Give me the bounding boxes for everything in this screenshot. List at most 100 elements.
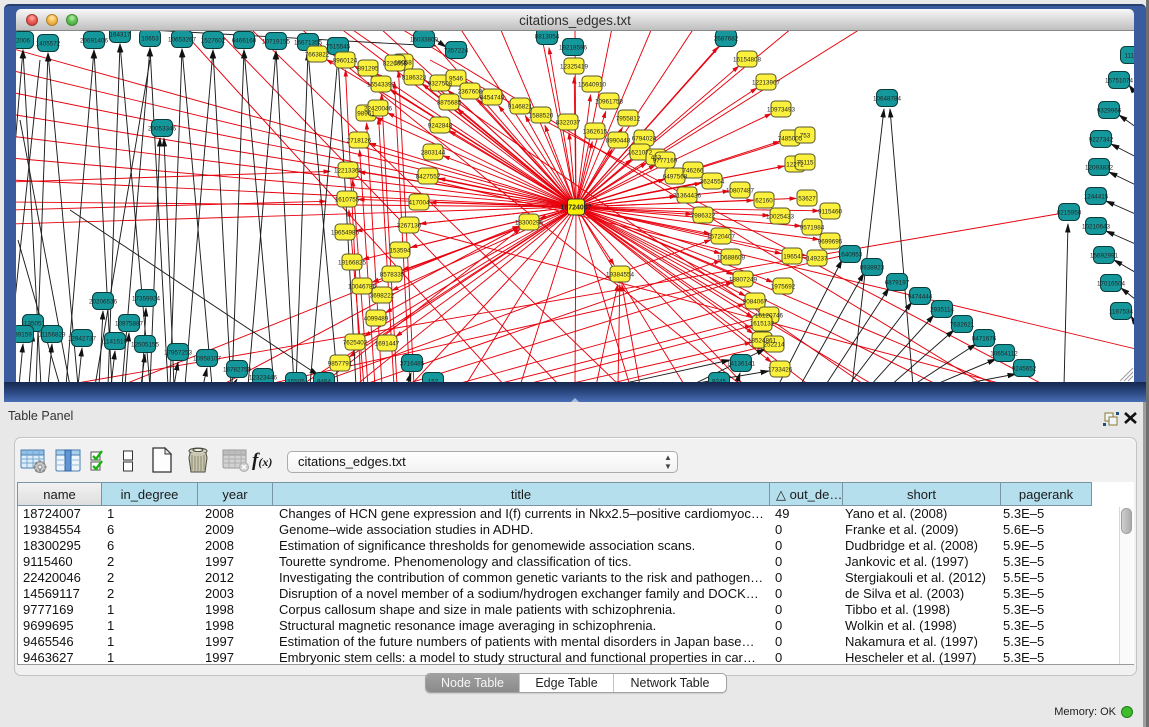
svg-text:8813054: 8813054 [535,34,560,41]
svg-text:1691447: 1691447 [375,341,400,348]
svg-text:2718126: 2718126 [347,138,372,145]
svg-text:9546: 9546 [449,76,464,83]
svg-text:3624554: 3624554 [700,179,725,186]
svg-text:7625402: 7625402 [343,340,368,347]
svg-text:12093832: 12093832 [1085,165,1114,172]
svg-text:753: 753 [800,133,811,140]
svg-text:10654112: 10654112 [990,351,1018,358]
svg-text:8186323: 8186323 [402,75,427,82]
svg-text:9084067: 9084067 [743,299,768,306]
svg-text:891295: 891295 [357,66,379,73]
svg-text:15692991: 15692991 [1090,253,1119,260]
svg-text:2006: 2006 [16,38,30,45]
svg-text:9777169: 9777169 [653,158,678,165]
svg-text:21364436: 21364436 [673,193,702,200]
svg-text:10958107: 10958107 [193,356,222,363]
svg-text:20691406: 20691406 [80,38,109,45]
svg-text:11156829: 11156829 [38,332,66,339]
svg-text:19218596: 19218596 [559,45,588,52]
svg-text:17359924: 17359924 [132,296,161,303]
svg-text:15640910: 15640910 [578,82,607,89]
svg-text:1362615: 1362615 [583,129,608,136]
svg-text:9329966: 9329966 [1097,108,1122,115]
svg-text:6466160: 6466160 [232,38,257,45]
svg-text:19166825: 19166825 [338,260,367,267]
svg-text:7632621: 7632621 [950,322,975,329]
svg-text:19654: 19654 [783,254,801,261]
svg-text:18300295: 18300295 [515,220,544,227]
svg-text:53627: 53627 [798,196,816,203]
svg-text:10653267: 10653267 [168,37,197,44]
svg-text:10961758: 10961758 [595,99,624,106]
svg-text:8322037: 8322037 [556,120,581,127]
svg-text:18724007: 18724007 [560,205,591,212]
svg-text:20053346: 20053346 [148,126,177,133]
svg-text:10688609: 10688609 [717,255,746,262]
svg-text:20206536: 20206536 [89,299,118,306]
svg-text:3267130: 3267130 [397,223,422,230]
svg-text:9245652: 9245652 [1012,366,1037,373]
svg-text:16671355: 16671355 [294,40,323,47]
svg-text:39159: 39159 [16,332,32,339]
svg-text:8578335: 8578335 [380,272,405,279]
svg-text:1527602: 1527602 [201,38,226,45]
svg-text:8454749: 8454749 [480,95,505,102]
svg-text:6794024: 6794024 [632,136,657,143]
svg-text:8427552: 8427552 [416,174,441,181]
svg-text:4099489: 4099489 [364,316,389,323]
svg-text:10210643: 10210643 [1082,224,1111,231]
svg-text:8215958: 8215958 [1057,210,1082,217]
svg-text:10719155: 10719155 [262,39,291,46]
svg-text:12323446: 12323446 [249,375,278,382]
svg-text:17957253: 17957253 [164,350,193,357]
svg-text:152: 152 [428,379,439,383]
svg-text:16033809: 16033809 [410,37,439,44]
svg-text:3698222: 3698222 [370,293,395,300]
svg-text:2935114: 2935114 [930,307,955,314]
svg-text:14136141: 14136141 [727,361,756,368]
svg-text:9242848: 9242848 [428,123,453,130]
svg-text:149237: 149237 [806,256,828,263]
svg-text:75115: 75115 [796,160,814,167]
svg-text:746266: 746266 [682,168,704,175]
svg-text:417004: 417004 [408,200,430,207]
svg-text:1405572: 1405572 [36,41,61,48]
svg-text:10046786: 10046786 [348,284,377,291]
svg-text:1615132: 1615132 [750,321,775,328]
svg-text:9857791: 9857791 [328,361,353,368]
svg-text:9699695: 9699695 [818,239,843,246]
svg-text:1610755: 1610755 [335,197,360,204]
svg-text:6879197: 6879197 [885,280,910,287]
svg-text:8938923: 8938923 [860,265,885,272]
svg-text:1244415: 1244415 [1084,194,1109,201]
svg-text:7357224: 7357224 [444,48,469,55]
svg-text:9464: 9464 [317,379,332,383]
svg-text:12213369: 12213369 [334,168,363,175]
svg-text:9146821: 9146821 [508,104,533,111]
svg-text:62160: 62160 [755,198,773,205]
svg-text:2803144: 2803144 [421,150,446,157]
svg-text:12213967: 12213967 [752,80,781,87]
svg-text:10807487: 10807487 [726,188,755,195]
svg-text:1141519: 1141519 [103,339,128,346]
svg-text:9115460: 9115460 [818,209,843,216]
svg-text:8471676: 8471676 [972,336,997,343]
svg-text:3875685: 3875685 [437,100,462,107]
svg-text:1640953: 1640953 [838,252,863,259]
svg-text:252214: 252214 [763,342,785,349]
svg-text:18807249: 18807249 [729,277,758,284]
svg-text:1733426: 1733426 [768,367,793,374]
svg-text:17016504: 17016504 [1097,281,1126,288]
svg-text:153594: 153594 [389,248,411,255]
svg-text:7663822: 7663822 [305,52,330,59]
svg-text:10973493: 10973493 [767,107,796,114]
svg-text:1167534: 1167534 [1109,309,1134,316]
svg-text:16543392: 16543392 [367,82,396,89]
svg-text:19654985: 19654985 [331,230,360,237]
svg-text:16154808: 16154808 [733,57,762,64]
svg-text:1135051: 1135051 [21,321,46,328]
svg-text:1588520: 1588520 [529,113,554,120]
svg-text:9227342: 9227342 [1089,137,1114,144]
svg-text:1975692: 1975692 [771,284,796,291]
svg-text:1117: 1117 [1124,53,1134,60]
